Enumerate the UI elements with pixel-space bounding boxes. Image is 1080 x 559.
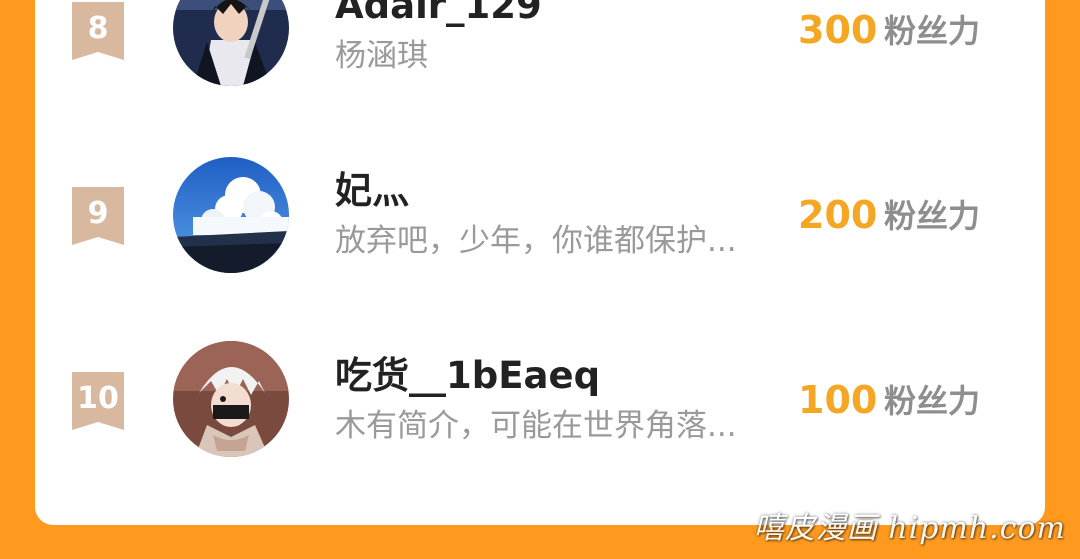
ranking-card: 8 Adair_129 杨涵琪 300 粉丝力 9 妃灬 放弃吧，少年，你谁都保… bbox=[35, 0, 1045, 525]
list-item[interactable]: 8 Adair_129 杨涵琪 300 粉丝力 bbox=[35, 0, 1045, 100]
user-bio: 杨涵琪 bbox=[335, 38, 428, 74]
fan-power-score: 100 bbox=[798, 378, 878, 422]
fan-power-score: 300 bbox=[798, 8, 878, 52]
app-frame: 8 Adair_129 杨涵琪 300 粉丝力 9 妃灬 放弃吧，少年，你谁都保… bbox=[0, 0, 1080, 559]
sky-clouds-avatar-icon bbox=[173, 157, 289, 273]
avatar[interactable] bbox=[173, 0, 289, 86]
user-name: 妃灬 bbox=[335, 169, 409, 212]
site-watermark: 嘻皮漫画 hipmh.com bbox=[753, 511, 1066, 546]
anime-boy-avatar-icon bbox=[173, 0, 289, 86]
rank-badge: 9 bbox=[72, 187, 124, 245]
list-item[interactable]: 10 吃货__1bEaeq 木有简介，可能在世界角落... 100 粉丝力 bbox=[35, 340, 1045, 470]
rank-badge: 10 bbox=[72, 372, 124, 430]
user-bio: 木有简介，可能在世界角落... bbox=[335, 408, 737, 444]
rank-number: 8 bbox=[87, 11, 109, 46]
rank-number: 10 bbox=[77, 381, 119, 416]
fan-power-unit: 粉丝力 bbox=[884, 382, 981, 420]
fan-power-unit: 粉丝力 bbox=[884, 12, 981, 50]
user-name: Adair_129 bbox=[335, 0, 542, 27]
user-bio: 放弃吧，少年，你谁都保护... bbox=[335, 223, 737, 259]
fan-power-unit: 粉丝力 bbox=[884, 197, 981, 235]
fan-power-score: 200 bbox=[798, 193, 878, 237]
user-name: 吃货__1bEaeq bbox=[335, 354, 601, 397]
avatar[interactable] bbox=[173, 341, 289, 457]
rank-number: 9 bbox=[87, 196, 109, 231]
rank-badge: 8 bbox=[72, 2, 124, 60]
avatar[interactable] bbox=[173, 157, 289, 273]
list-item[interactable]: 9 妃灬 放弃吧，少年，你谁都保护... 200 粉丝力 bbox=[35, 155, 1045, 285]
masked-anime-avatar-icon bbox=[173, 341, 289, 457]
